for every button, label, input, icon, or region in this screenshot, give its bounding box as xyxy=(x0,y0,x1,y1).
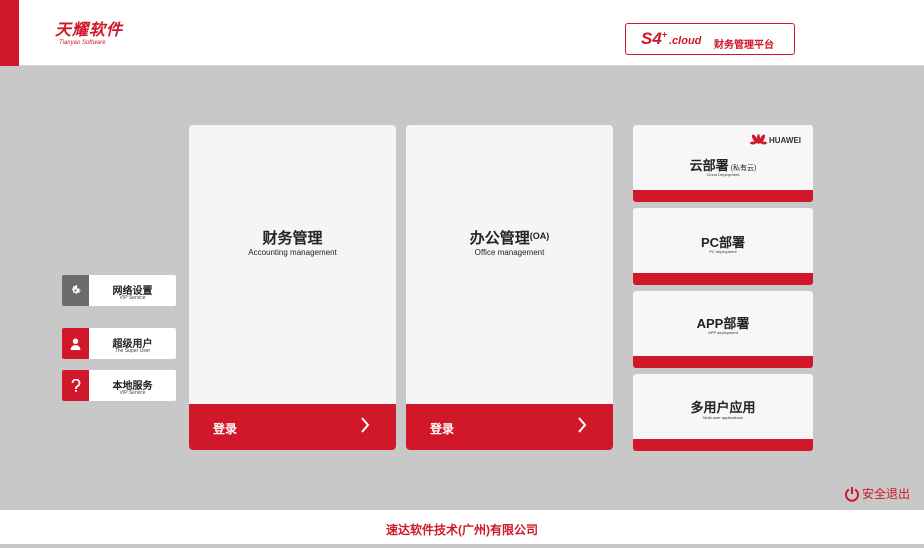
huawei-logo: HUAWEI xyxy=(750,134,801,146)
deploy-subtitle: APP deployment xyxy=(708,330,738,335)
side-button-subtitle: VIP Service xyxy=(119,295,146,301)
header-accent-bar xyxy=(0,0,19,66)
card-accounting: 财务管理 Accounting management 登录 xyxy=(189,125,396,450)
login-button[interactable]: 登录 xyxy=(406,404,613,450)
card-red-bar xyxy=(633,439,813,451)
platform-name: 财务管理平台 xyxy=(714,40,774,51)
login-label: 登录 xyxy=(213,422,238,436)
power-icon xyxy=(845,486,859,502)
deploy-card-pc[interactable]: PC部署 PC deployment xyxy=(633,208,813,285)
user-icon xyxy=(62,328,89,359)
deploy-card-cloud[interactable]: HUAWEI 云部署 (私有云) Cloud Deployment xyxy=(633,125,813,202)
deploy-card-multi-user[interactable]: 多用户应用 Multi-user applications xyxy=(633,374,813,451)
side-button-subtitle: VIP Service xyxy=(119,390,146,396)
platform-badge: S4+ .cloud 财务管理平台 xyxy=(625,23,795,55)
card-title-suffix: (OA) xyxy=(529,231,550,241)
side-button-super-user[interactable]: 超级用户 The Super User xyxy=(62,328,176,359)
side-button-local-service[interactable]: 本地服务 VIP Service xyxy=(62,370,176,401)
chevron-right-icon xyxy=(360,417,370,438)
card-subtitle: Office management xyxy=(474,248,545,257)
deploy-title: 多用户应用 xyxy=(690,400,756,415)
card-red-bar xyxy=(633,356,813,368)
platform-suffix: .cloud xyxy=(669,35,702,47)
brand-name-cn: 天耀软件 xyxy=(55,22,124,39)
card-red-bar xyxy=(633,273,813,285)
card-title: 办公管理(OA) xyxy=(469,230,550,247)
header: 天耀软件 Tianyao Software S4+ .cloud 财务管理平台 xyxy=(0,0,924,66)
login-button[interactable]: 登录 xyxy=(189,404,396,450)
platform-prefix: S4+ xyxy=(641,29,668,48)
card-office: 办公管理(OA) Office management 登录 xyxy=(406,125,613,450)
side-button-subtitle: The Super User xyxy=(114,348,151,354)
footer-company: 速达软件技术(广州)有限公司 xyxy=(386,523,538,537)
platform-sup: + xyxy=(661,29,668,40)
card-subtitle: Accounting management xyxy=(248,248,337,257)
deploy-card-app[interactable]: APP部署 APP deployment xyxy=(633,291,813,368)
partner-name: HUAWEI xyxy=(769,135,801,145)
chevron-right-icon xyxy=(577,417,587,438)
brand-name-en: Tianyao Software xyxy=(59,40,106,46)
deploy-subtitle: Multi-user applications xyxy=(703,415,743,420)
safe-exit-button[interactable]: 安全退出 xyxy=(844,485,910,502)
gear-icon xyxy=(62,275,89,306)
brand-logo: 天耀软件 Tianyao Software xyxy=(55,22,123,47)
side-button-network-settings[interactable]: 网络设置 VIP Service xyxy=(62,275,176,306)
login-label: 登录 xyxy=(430,422,455,436)
footer: 速达软件技术(广州)有限公司 xyxy=(0,510,924,544)
question-icon xyxy=(62,370,89,401)
card-red-bar xyxy=(633,190,813,202)
deploy-title-suffix: (私有云) xyxy=(730,165,757,172)
deploy-subtitle: Cloud Deployment xyxy=(706,172,740,177)
card-title: 财务管理 xyxy=(262,230,323,247)
huawei-petal-icon xyxy=(750,134,767,145)
safe-exit-label: 安全退出 xyxy=(862,487,911,501)
deploy-subtitle: PC deployment xyxy=(709,249,737,254)
